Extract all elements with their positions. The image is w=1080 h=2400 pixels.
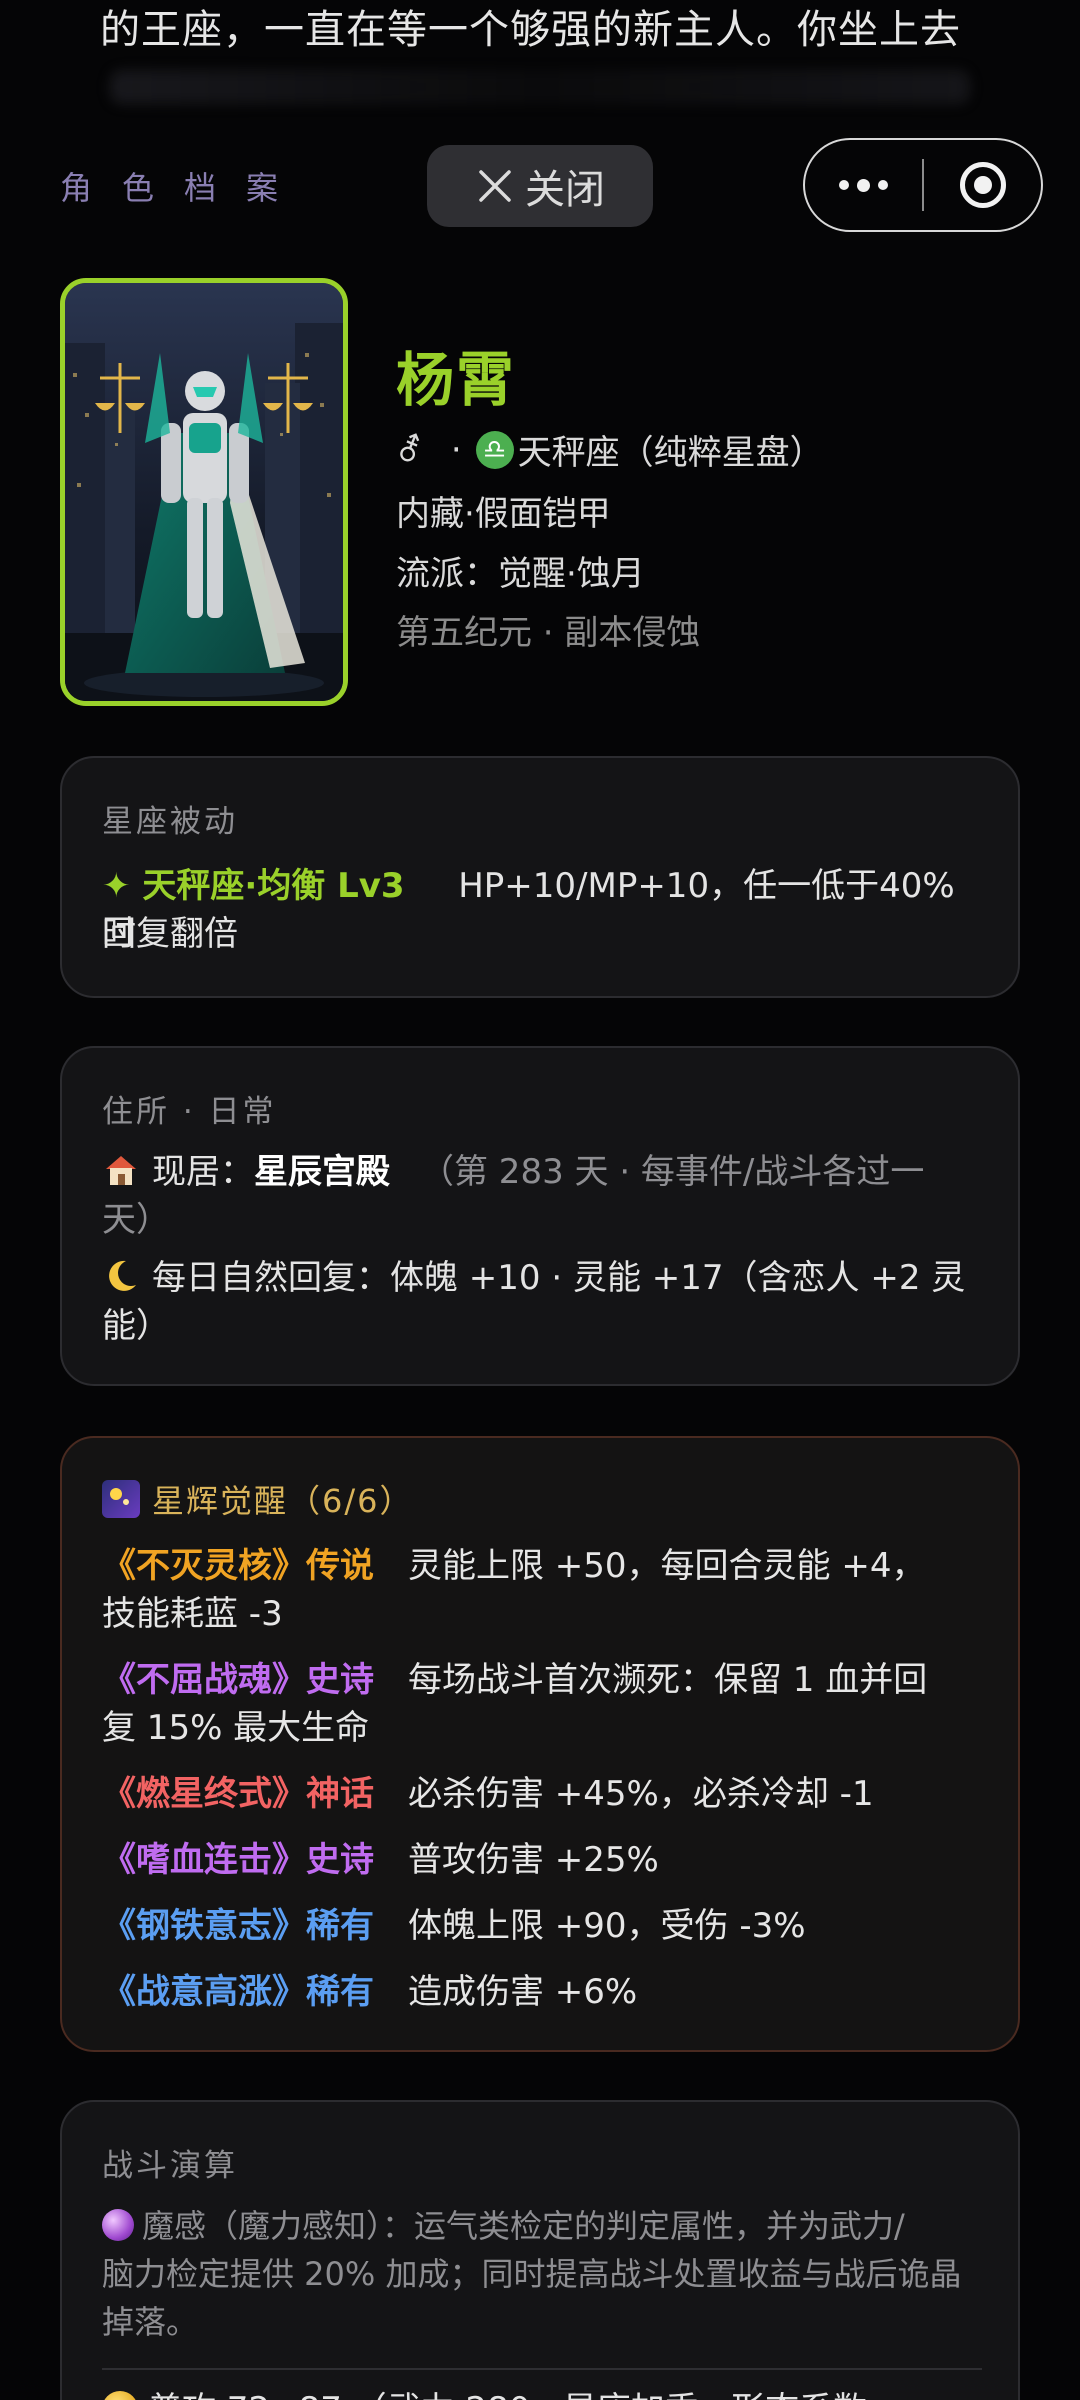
miniprogram-capsule	[803, 138, 1043, 232]
skill-row[interactable]: 《不灭灵核》传说 灵能上限 +50，每回合灵能 +4，	[102, 1542, 982, 1590]
story-excerpt: 的王座，一直在等一个够强的新主人。你坐上去	[100, 7, 961, 53]
more-button[interactable]	[805, 140, 922, 230]
residence-place: 星辰宫殿	[254, 1152, 390, 1192]
combat-line-1: 魔感（魔力感知）：运气类检定的判定属性，并为武力/	[102, 2202, 982, 2250]
combat-card: 战斗演算 魔感（魔力感知）：运气类检定的判定属性，并为武力/ 脑力检定提供 20…	[60, 2100, 1020, 2400]
passive-card: 星座被动 ✦ 天秤座·均衡 Lv3 HP+10/MP+10，任一低于40%时 回…	[60, 756, 1020, 998]
daily-recovery: 每日自然回复：体魄 +10 · 灵能 +17（含恋人 +2 灵	[102, 1254, 982, 1302]
dot-separator: ·	[450, 429, 462, 470]
awakening-title: 星辉觉醒（6/6）	[102, 1476, 414, 1522]
era-line: 第五纪元 · 副本侵蚀	[396, 613, 701, 653]
combat-line-3: 掉落。	[102, 2303, 199, 2341]
residence-current: 现居：星辰宫殿 （第 283 天 · 每事件/战斗各过一	[102, 1148, 982, 1196]
blurred-story-line	[110, 70, 970, 104]
combat-divider	[102, 2368, 982, 2370]
skill-name: 《钢铁意志》稀有	[102, 1906, 374, 1946]
skill-desc: 普攻伤害 +25%	[408, 1840, 659, 1880]
residence-detail: （第 283 天 · 每事件/战斗各过一	[420, 1152, 925, 1192]
school-line: 流派：觉醒·蚀月	[396, 554, 645, 594]
skill-name: 《战意高涨》稀有	[102, 1972, 374, 2012]
moon-icon	[109, 1260, 136, 1291]
skill-row[interactable]: 《战意高涨》稀有 造成伤害 +6%	[102, 1968, 982, 2016]
combat-label: 战斗演算	[102, 2148, 238, 2184]
close-button[interactable]: 关闭	[427, 145, 653, 227]
awakening-card: 星辉觉醒（6/6） 《不灭灵核》传说 灵能上限 +50，每回合灵能 +4， 技能耗…	[60, 1436, 1020, 2052]
skill-row[interactable]: 《燃星终式》神话 必杀伤害 +45%，必杀冷却 -1	[102, 1770, 982, 1818]
skill-desc: 每场战斗首次濒死：保留 1 血并回	[408, 1660, 928, 1700]
close-icon	[479, 170, 511, 202]
skill-desc: 造成伤害 +6%	[408, 1972, 638, 2012]
attack-text: 普攻 72~87 （武力 280 · 星座加乘 · 形态系数	[148, 2390, 867, 2400]
character-name: 杨霄	[396, 346, 517, 414]
skill-desc-cont: 技能耗蓝 -3	[102, 1594, 283, 1634]
skill-row[interactable]: 《不屈战魂》史诗 每场战斗首次濒死：保留 1 血并回	[102, 1656, 982, 1704]
combat-attack-line: 普攻 72~87 （武力 280 · 星座加乘 · 形态系数	[102, 2386, 982, 2400]
skill-desc-cont: 复 15% 最大生命	[102, 1708, 370, 1748]
residence-detail-2: 天）	[102, 1200, 170, 1240]
skill-desc: 灵能上限 +50，每回合灵能 +4，	[408, 1546, 926, 1586]
residence-prefix: 现居：	[152, 1152, 254, 1192]
exit-button[interactable]	[924, 140, 1041, 230]
shooting-star-icon	[102, 1480, 140, 1518]
passive-label: 星座被动	[102, 804, 238, 840]
zodiac-text: 天秤座（纯粹星盘）	[517, 433, 824, 473]
crystal-ball-icon	[102, 2209, 134, 2241]
awakening-title-text: 星辉觉醒（6/6）	[152, 1482, 414, 1520]
residence-card: 住所 · 日常 现居：星辰宫殿 （第 283 天 · 每事件/战斗各过一 天） 每…	[60, 1046, 1020, 1386]
skill-row[interactable]: 《嗜血连击》史诗 普攻伤害 +25%	[102, 1836, 982, 1884]
skill-name: 《不灭灵核》传说	[102, 1546, 374, 1586]
character-portrait[interactable]	[60, 278, 348, 706]
skill-desc: 必杀伤害 +45%，必杀冷却 -1	[408, 1774, 874, 1814]
passive-name: ✦ 天秤座·均衡 Lv3	[102, 866, 405, 906]
gender-icon: ⚦	[396, 430, 423, 469]
hidden-trait: 内藏·假面铠甲	[396, 494, 611, 534]
section-title: 角色档案	[60, 169, 309, 207]
coin-icon	[102, 2391, 138, 2400]
residence-label: 住所 · 日常	[102, 1094, 277, 1130]
skill-name: 《不屈战魂》史诗	[102, 1660, 374, 1700]
passive-line-2: 回复翻倍	[102, 914, 238, 954]
combat-text-1: 魔感（魔力感知）：运气类检定的判定属性，并为武力/	[142, 2207, 905, 2245]
skill-desc: 体魄上限 +90，受伤 -3%	[408, 1906, 806, 1946]
combat-line-2: 脑力检定提供 20% 加成；同时提高战斗处置收益与战后诡晶	[102, 2255, 962, 2293]
daily-line-2: 能）	[102, 1306, 170, 1346]
skill-row[interactable]: 《钢铁意志》稀有 体魄上限 +90，受伤 -3%	[102, 1902, 982, 1950]
zodiac-line: ⚦ · ♎ 天秤座（纯粹星盘）	[396, 425, 824, 474]
close-label: 关闭	[525, 167, 605, 213]
daily-line-1: 每日自然回复：体魄 +10 · 灵能 +17（含恋人 +2 灵	[152, 1258, 966, 1298]
skill-name: 《嗜血连击》史诗	[102, 1840, 374, 1880]
libra-icon: ♎	[475, 430, 514, 469]
skill-name: 《燃星终式》神话	[102, 1774, 374, 1814]
armored-knight-image	[65, 283, 343, 701]
target-icon	[959, 162, 1006, 208]
more-dots-icon	[839, 178, 888, 192]
house-icon	[106, 1156, 136, 1185]
